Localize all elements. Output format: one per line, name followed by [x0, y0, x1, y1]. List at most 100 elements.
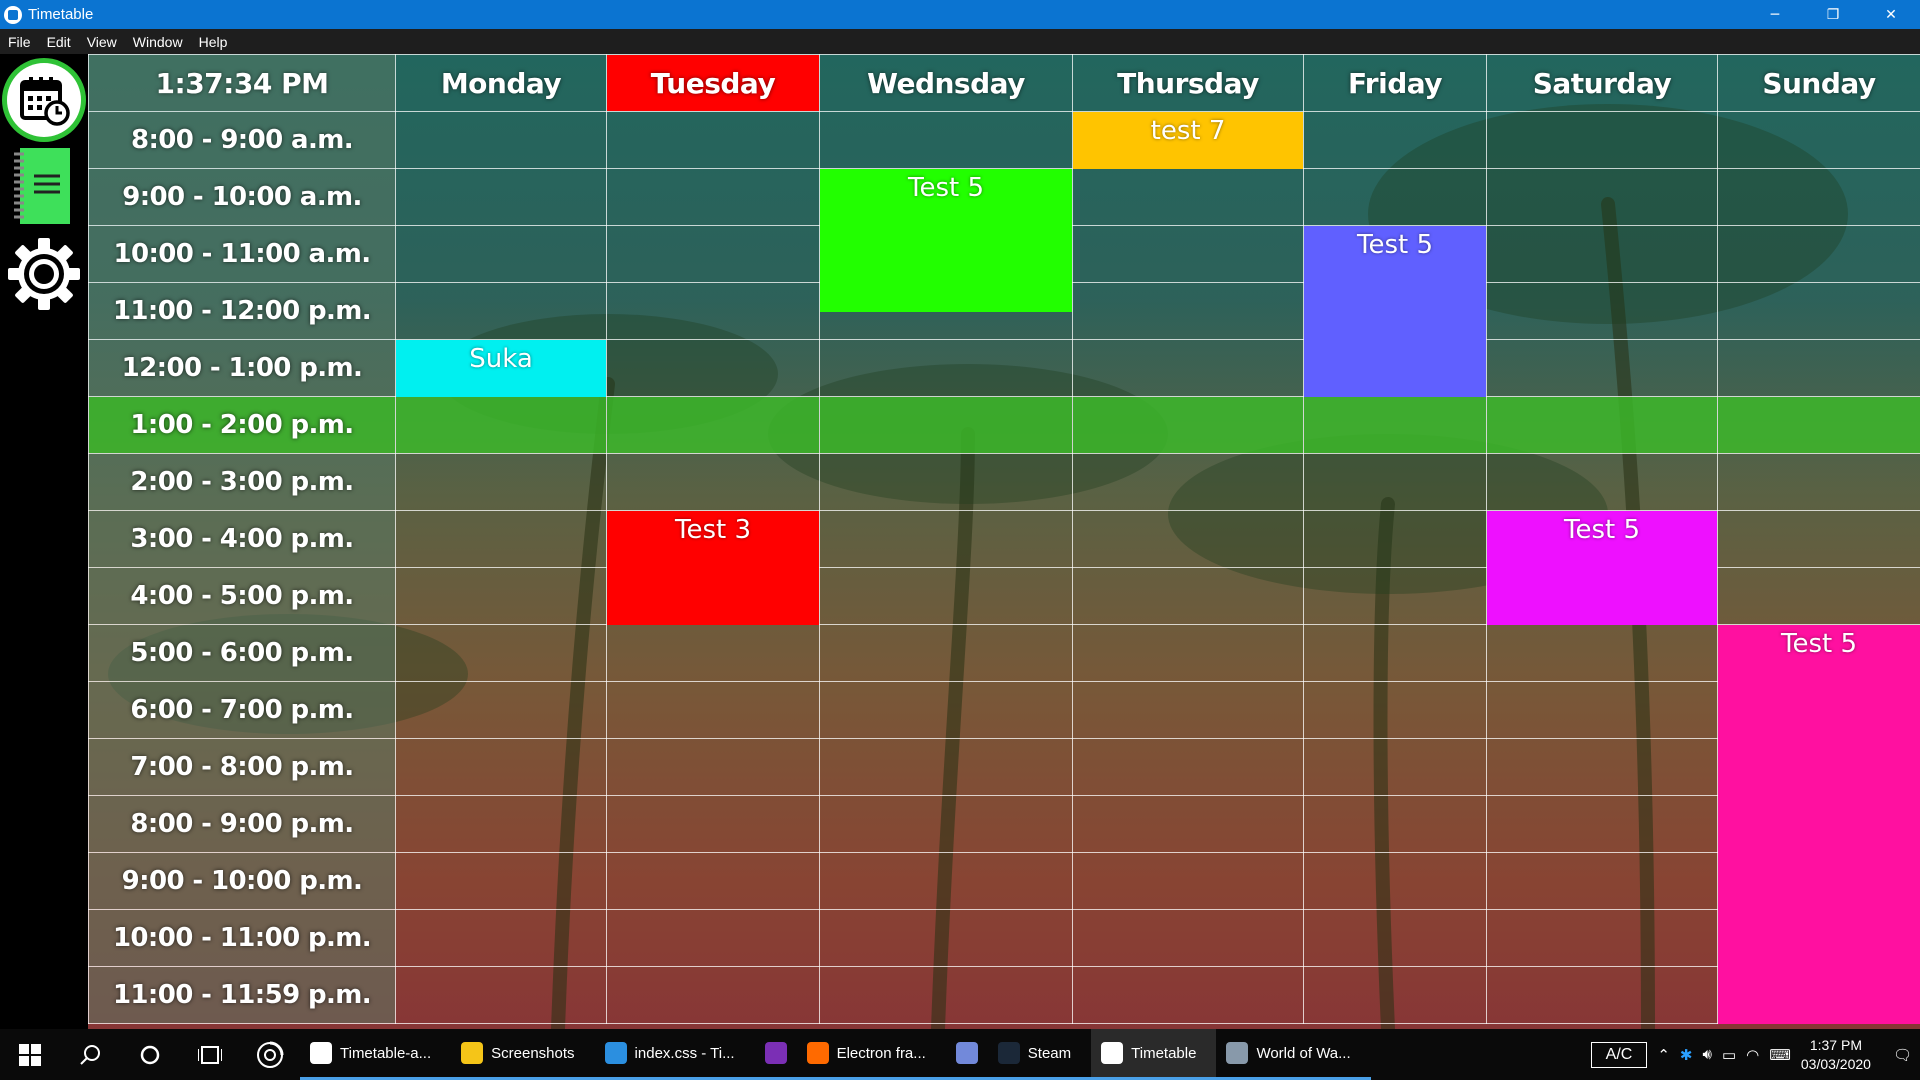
slot-cell[interactable]	[1486, 168, 1718, 226]
menu-help[interactable]: Help	[191, 29, 236, 54]
slot-cell[interactable]	[1072, 567, 1304, 625]
ac-indicator[interactable]: A/C	[1590, 1041, 1648, 1068]
slot-cell[interactable]	[395, 225, 607, 283]
taskbar-app[interactable]: Electron fra...	[796, 1029, 946, 1080]
slot-cell[interactable]	[1072, 624, 1304, 682]
notifications-icon[interactable]: 🗨︎	[1893, 1046, 1912, 1064]
taskbar-app[interactable]: Timetable	[1091, 1029, 1217, 1080]
slot-cell[interactable]	[1486, 909, 1718, 967]
taskbar-app[interactable]: Steam	[987, 1029, 1092, 1080]
slot-cell[interactable]	[1486, 795, 1718, 853]
slot-cell[interactable]	[1303, 168, 1487, 226]
battery-icon[interactable]: ▭	[1722, 1046, 1736, 1064]
slot-cell[interactable]	[606, 795, 820, 853]
taskbar-app[interactable]: index.css - Ti...	[594, 1029, 755, 1080]
slot-cell[interactable]	[1072, 966, 1304, 1024]
slot-cell[interactable]	[606, 396, 820, 454]
slot-cell[interactable]	[1303, 453, 1487, 511]
menu-file[interactable]: File	[0, 29, 39, 54]
slot-cell[interactable]	[819, 453, 1073, 511]
gear-icon[interactable]	[4, 234, 84, 314]
wifi-icon[interactable]: ◠	[1746, 1046, 1759, 1064]
slot-cell[interactable]: test 7	[1072, 111, 1304, 169]
slot-cell[interactable]	[1486, 681, 1718, 739]
taskbar-app[interactable]: World of Wa...	[1216, 1029, 1371, 1080]
event-block[interactable]: Test 5	[1304, 226, 1486, 397]
slot-cell[interactable]	[395, 111, 607, 169]
slot-cell[interactable]	[1486, 282, 1718, 340]
slot-cell[interactable]	[395, 909, 607, 967]
menu-edit[interactable]: Edit	[39, 29, 79, 54]
slot-cell[interactable]	[819, 852, 1073, 910]
slot-cell[interactable]	[819, 909, 1073, 967]
slot-cell[interactable]	[1072, 681, 1304, 739]
slot-cell[interactable]	[1303, 111, 1487, 169]
slot-cell[interactable]	[1072, 738, 1304, 796]
slot-cell[interactable]	[395, 624, 607, 682]
slot-cell[interactable]	[1072, 396, 1304, 454]
slot-cell[interactable]	[1303, 909, 1487, 967]
slot-cell[interactable]	[1486, 624, 1718, 682]
slot-cell[interactable]	[1072, 453, 1304, 511]
slot-cell[interactable]	[395, 510, 607, 568]
cortana-icon[interactable]	[120, 1029, 180, 1080]
slot-cell[interactable]	[1072, 168, 1304, 226]
slot-cell[interactable]	[1303, 510, 1487, 568]
event-block[interactable]: Test 5	[820, 169, 1072, 312]
slot-cell[interactable]	[1072, 852, 1304, 910]
taskbar-app[interactable]	[754, 1029, 797, 1080]
event-block[interactable]: test 7	[1073, 112, 1303, 169]
slot-cell[interactable]	[606, 168, 820, 226]
slot-cell[interactable]: Test 3	[606, 510, 820, 625]
media-icon[interactable]	[240, 1029, 300, 1080]
slot-cell[interactable]	[819, 510, 1073, 568]
slot-cell[interactable]	[395, 396, 607, 454]
calendar-icon[interactable]	[2, 58, 86, 142]
slot-cell[interactable]	[1717, 396, 1920, 454]
slot-cell[interactable]	[1303, 681, 1487, 739]
slot-cell[interactable]	[1486, 738, 1718, 796]
slot-cell[interactable]	[606, 624, 820, 682]
search-icon[interactable]	[60, 1029, 120, 1080]
event-block[interactable]: Test 3	[607, 511, 819, 625]
slot-cell[interactable]	[395, 681, 607, 739]
slot-cell[interactable]	[1717, 282, 1920, 340]
volume-icon[interactable]: 🔊︎	[1702, 1046, 1711, 1063]
slot-cell[interactable]	[1717, 510, 1920, 568]
close-button[interactable]: ✕	[1862, 0, 1920, 29]
minimize-button[interactable]: ─	[1746, 0, 1804, 29]
slot-cell[interactable]	[1486, 339, 1718, 397]
slot-cell[interactable]	[1486, 396, 1718, 454]
slot-cell[interactable]	[1072, 510, 1304, 568]
slot-cell[interactable]	[606, 738, 820, 796]
slot-cell[interactable]	[1072, 795, 1304, 853]
restore-button[interactable]: ❐	[1804, 0, 1862, 29]
slot-cell[interactable]	[606, 966, 820, 1024]
slot-cell[interactable]	[606, 453, 820, 511]
slot-cell[interactable]	[1072, 225, 1304, 283]
slot-cell[interactable]	[1303, 795, 1487, 853]
slot-cell[interactable]	[606, 111, 820, 169]
slot-cell[interactable]	[1072, 282, 1304, 340]
slot-cell[interactable]	[606, 852, 820, 910]
start-button[interactable]	[0, 1029, 60, 1080]
slot-cell[interactable]	[1717, 111, 1920, 169]
taskbar-app[interactable]: Timetable-a...	[300, 1029, 452, 1080]
slot-cell[interactable]	[606, 282, 820, 340]
slot-cell[interactable]	[1072, 909, 1304, 967]
slot-cell[interactable]: Test 5	[1486, 510, 1718, 625]
slot-cell[interactable]	[606, 909, 820, 967]
slot-cell[interactable]	[819, 567, 1073, 625]
slot-cell[interactable]	[1072, 339, 1304, 397]
slot-cell[interactable]	[1486, 852, 1718, 910]
slot-cell[interactable]	[819, 738, 1073, 796]
slot-cell[interactable]	[1486, 111, 1718, 169]
event-block[interactable]: Test 5	[1718, 625, 1920, 1024]
keyboard-icon[interactable]: ⌨	[1769, 1046, 1791, 1064]
task-view-icon[interactable]	[180, 1029, 240, 1080]
slot-cell[interactable]	[1717, 339, 1920, 397]
slot-cell[interactable]	[395, 738, 607, 796]
taskbar-app[interactable]	[945, 1029, 988, 1080]
event-block[interactable]: Suka	[396, 340, 606, 397]
chevron-up-icon[interactable]: ⌃	[1657, 1046, 1670, 1064]
